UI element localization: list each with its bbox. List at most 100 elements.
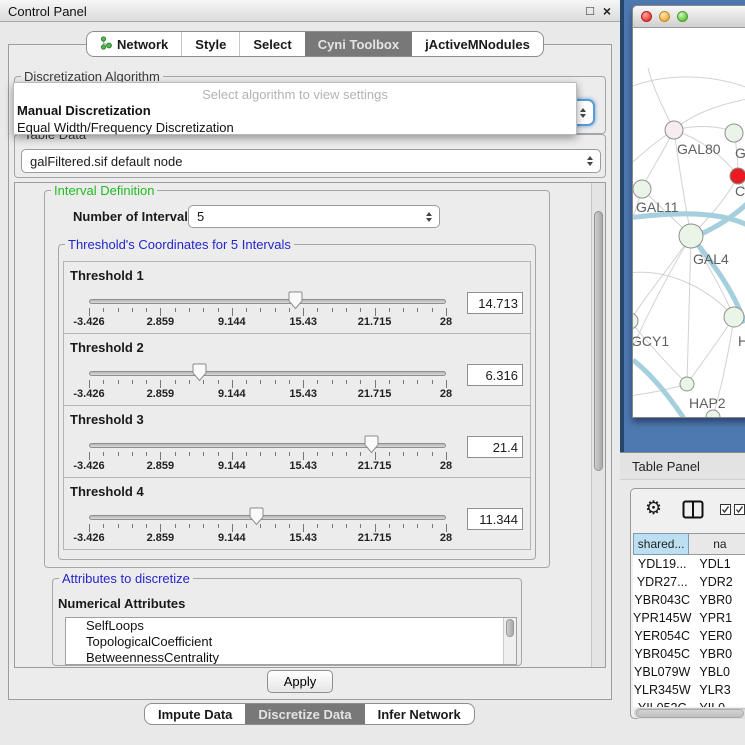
- table-cell: YBR045C: [633, 645, 691, 663]
- table-horizontal-scrollbar-thumb[interactable]: [636, 709, 744, 718]
- tick-label: -3.426: [73, 532, 104, 544]
- table-data-combobox[interactable]: galFiltered.sif default node: [21, 149, 601, 173]
- threshold-3-value-input[interactable]: 21.4: [467, 436, 523, 458]
- node-label-hap2: HAP2: [689, 395, 726, 411]
- tick-label: 2.859: [147, 460, 175, 472]
- tick-label: 28: [440, 460, 452, 472]
- table-row[interactable]: YER054CYER0: [633, 627, 745, 645]
- table-row[interactable]: YBR045CYBR0: [633, 645, 745, 663]
- algorithm-option-equal-width-frequency[interactable]: Equal Width/Frequency Discretization: [14, 119, 576, 136]
- network-node-gal11[interactable]: [633, 180, 651, 198]
- tab-impute-data[interactable]: Impute Data: [145, 704, 245, 724]
- network-node-gal4[interactable]: [679, 224, 703, 248]
- combobox-stepper-icon: [426, 212, 432, 222]
- close-traffic-light-icon[interactable]: [641, 11, 652, 22]
- threshold-1-value-input[interactable]: 14.713: [467, 292, 523, 314]
- network-node-gal80[interactable]: [665, 121, 683, 139]
- table-row[interactable]: YBL079WYBL0: [633, 663, 745, 681]
- control-panel-title: Control Panel: [8, 4, 87, 19]
- threshold-2-value-input[interactable]: 6.316: [467, 364, 523, 386]
- close-window-icon[interactable]: ×: [603, 3, 611, 19]
- table-cell: YBR0: [691, 591, 745, 609]
- network-window-inner: GAL80GACGAL11GAL4GCY1HHAP2: [632, 5, 745, 418]
- table-row[interactable]: YIL052CYIL0: [633, 699, 745, 707]
- network-window-titlebar[interactable]: [633, 6, 745, 28]
- threshold-panel-4: Threshold 4-3.4262.8599.14415.4321.71528…: [63, 477, 531, 550]
- tick-label: -3.426: [73, 460, 104, 472]
- tick-label: 15.43: [289, 460, 317, 472]
- network-canvas[interactable]: GAL80GACGAL11GAL4GCY1HHAP2: [633, 28, 745, 417]
- minimize-traffic-light-icon[interactable]: [659, 11, 670, 22]
- table-panel-titlebar[interactable]: Table Panel: [620, 452, 745, 480]
- slider-tick-labels: -3.4262.8599.14415.4321.71528: [89, 388, 446, 400]
- table-horizontal-scrollbar[interactable]: [634, 708, 745, 719]
- column-browser-icon[interactable]: [682, 500, 704, 524]
- apply-button[interactable]: Apply: [267, 670, 333, 693]
- tab-discretize-data[interactable]: Discretize Data: [245, 704, 364, 724]
- table-row[interactable]: YDL19...YDL1: [633, 555, 745, 573]
- tick-label: 2.859: [147, 316, 175, 328]
- table-cell: YER0: [691, 627, 745, 645]
- node-label-gal80: GAL80: [677, 141, 721, 157]
- table-row[interactable]: YLR345WYLR3: [633, 681, 745, 699]
- select-columns-icon[interactable]: [720, 504, 745, 516]
- column-header-shared-name[interactable]: shared...: [633, 533, 689, 555]
- network-node-gcy1[interactable]: [633, 313, 638, 329]
- attributes-group-title: Attributes to discretize: [59, 571, 193, 586]
- slider-tick-labels: -3.4262.8599.14415.4321.71528: [89, 460, 446, 472]
- slider-ticks: [89, 452, 446, 460]
- tab-network[interactable]: Network: [87, 32, 181, 56]
- network-node-hap2[interactable]: [680, 377, 694, 391]
- settings-scrollbar[interactable]: [591, 183, 605, 667]
- network-node-h[interactable]: [724, 307, 744, 327]
- table-row[interactable]: YBR043CYBR0: [633, 591, 745, 609]
- network-node-ga[interactable]: [725, 124, 743, 142]
- column-header-name[interactable]: na: [689, 533, 745, 555]
- gear-icon[interactable]: ⚙: [645, 497, 662, 520]
- threshold-3-slider-track[interactable]: [89, 443, 446, 448]
- table-cell: YBR0: [691, 645, 745, 663]
- tab-infer-network[interactable]: Infer Network: [365, 704, 474, 724]
- network-node[interactable]: [706, 410, 720, 417]
- threshold-4-label: Threshold 4: [70, 484, 144, 499]
- network-node-c[interactable]: [730, 168, 745, 184]
- algorithm-option-manual-discretization[interactable]: Manual Discretization: [14, 102, 576, 119]
- tick-label: 2.859: [147, 532, 175, 544]
- node-table[interactable]: shared...naYDL19...YDL1YDR27...YDR2YBR04…: [633, 533, 745, 707]
- tick-label: 28: [440, 388, 452, 400]
- tick-label: 28: [440, 532, 452, 544]
- table-cell: YDL19...: [633, 555, 691, 573]
- table-cell: YLR3: [691, 681, 745, 699]
- node-label-ga: GA: [735, 145, 745, 161]
- table-cell: YPR145W: [633, 609, 691, 627]
- table-header-row: shared...na: [633, 533, 745, 555]
- float-window-icon[interactable]: □: [586, 3, 594, 18]
- network-icon: [100, 36, 112, 53]
- tab-cyni-toolbox[interactable]: Cyni Toolbox: [305, 32, 412, 56]
- threshold-4-value-input[interactable]: 11.344: [467, 508, 523, 530]
- tick-label: 15.43: [289, 316, 317, 328]
- threshold-2-slider-track[interactable]: [89, 371, 446, 376]
- table-cell: YDL1: [691, 555, 745, 573]
- number-of-intervals-combobox[interactable]: 5: [188, 205, 440, 228]
- network-window[interactable]: GAL80GACGAL11GAL4GCY1HHAP2: [620, 0, 745, 452]
- tab-select[interactable]: Select: [239, 32, 304, 56]
- threshold-1-slider-track[interactable]: [89, 299, 446, 304]
- threshold-4-slider-track[interactable]: [89, 515, 446, 520]
- tick-label: 9.144: [218, 460, 246, 472]
- tick-label: 21.715: [358, 388, 392, 400]
- threshold-list: Threshold 1-3.4262.8599.14415.4321.71528…: [63, 262, 531, 550]
- settings-scrollbar-thumb[interactable]: [594, 211, 603, 471]
- table-cell: YIL052C: [633, 699, 691, 707]
- slider-ticks: [89, 308, 446, 316]
- tick-label: -3.426: [73, 316, 104, 328]
- zoom-traffic-light-icon[interactable]: [677, 11, 688, 22]
- table-row[interactable]: YDR27...YDR2: [633, 573, 745, 591]
- control-panel-titlebar[interactable]: Control Panel □ ×: [0, 0, 620, 22]
- tab-style[interactable]: Style: [181, 32, 239, 56]
- combobox-stepper-icon: [580, 108, 586, 118]
- table-row[interactable]: YPR145WYPR1: [633, 609, 745, 627]
- tab-jactivemnodules-label: jActiveMNodules: [425, 37, 530, 52]
- tab-jactivemnodules[interactable]: jActiveMNodules: [412, 32, 543, 56]
- table-panel-body: ⚙ shared...naYDL19...YDL1YDR27...YDR2YBR…: [620, 480, 745, 745]
